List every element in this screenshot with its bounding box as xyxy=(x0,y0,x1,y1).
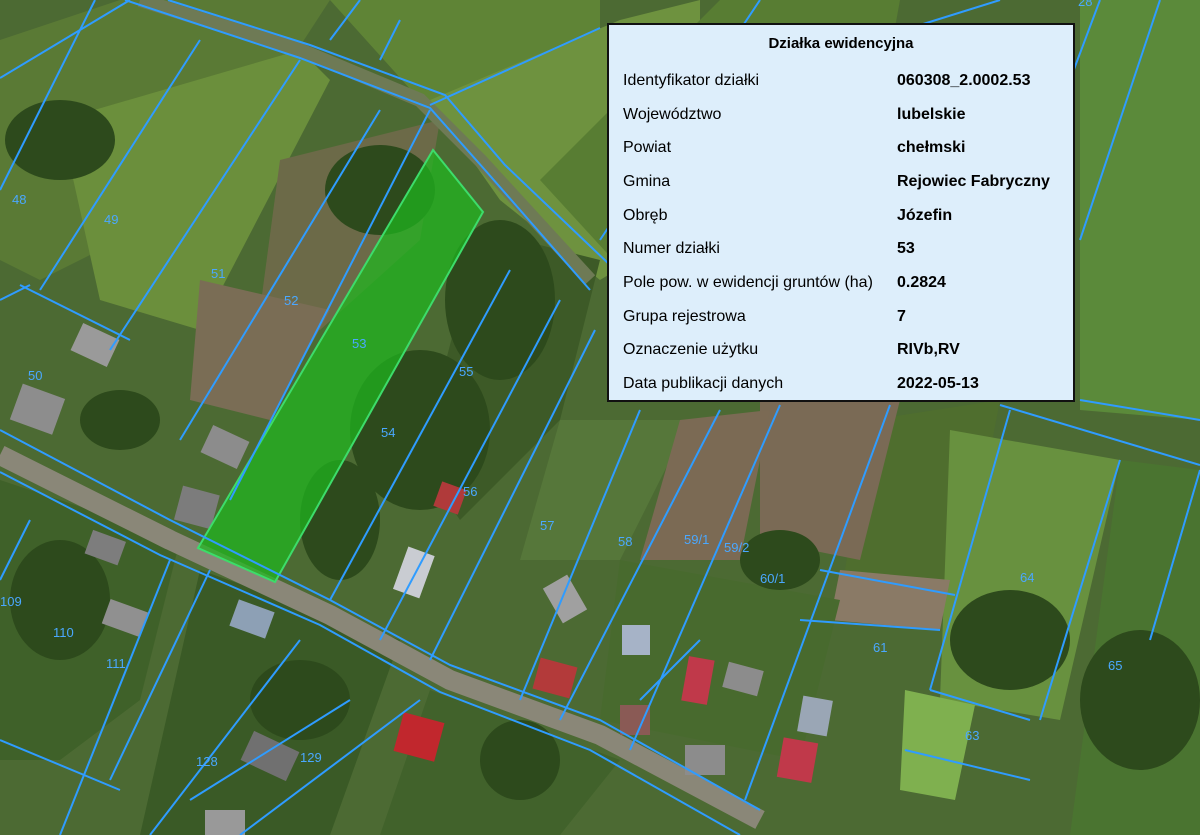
parcel-label-110: 110 xyxy=(53,625,74,640)
info-value: 7 xyxy=(897,307,906,325)
parcel-label-51: 51 xyxy=(211,266,225,281)
parcel-label-28: 28 xyxy=(1078,0,1092,9)
info-row-county: Powiat chełmski xyxy=(617,131,1056,165)
info-row-land-use: Oznaczenie użytku RIVb,RV xyxy=(617,334,1056,368)
parcel-label-128: 128 xyxy=(196,754,218,769)
info-row-register-group: Grupa rejestrowa 7 xyxy=(617,300,1056,334)
info-value: 0.2824 xyxy=(897,273,946,291)
info-label: Identyfikator działki xyxy=(623,71,760,89)
info-row-parcel-number: Numer działki 53 xyxy=(617,232,1056,266)
parcel-label-129: 129 xyxy=(300,750,322,765)
info-value: chełmski xyxy=(897,139,966,157)
parcel-label-50: 50 xyxy=(28,368,42,383)
parcel-label-60-1: 60/1 xyxy=(760,571,785,586)
parcel-label-109: 109 xyxy=(0,594,22,609)
parcel-label-56: 56 xyxy=(463,484,477,499)
parcel-label-61: 61 xyxy=(873,640,887,655)
parcel-label-63: 63 xyxy=(965,728,979,743)
parcel-label-111: 111 xyxy=(106,656,126,671)
info-row-identifier: Identyfikator działki 060308_2.0002.53 xyxy=(617,64,1056,98)
info-row-voivodeship: Województwo lubelskie xyxy=(617,98,1056,132)
parcel-label-53: 53 xyxy=(352,336,366,351)
parcel-label-57: 57 xyxy=(540,518,554,533)
info-label: Gmina xyxy=(623,172,671,190)
parcel-label-64: 64 xyxy=(1020,570,1034,585)
info-value: 2022-05-13 xyxy=(897,375,979,393)
parcel-label-59-1: 59/1 xyxy=(684,532,709,547)
parcel-label-55: 55 xyxy=(459,364,473,379)
info-label: Powiat xyxy=(623,139,672,157)
info-label: Numer działki xyxy=(623,240,720,258)
info-value: lubelskie xyxy=(897,105,966,123)
info-value: RIVb,RV xyxy=(897,341,960,359)
info-value: Józefin xyxy=(897,206,953,224)
parcel-label-49: 49 xyxy=(104,212,118,227)
info-label: Data publikacji danych xyxy=(623,375,784,393)
info-value: 060308_2.0002.53 xyxy=(897,71,1031,89)
info-row-publication-date: Data publikacji danych 2022-05-13 xyxy=(617,367,1056,401)
parcel-info-panel: Działka ewidencyjna Identyfikator działk… xyxy=(607,23,1075,402)
info-row-precinct: Obręb Józefin xyxy=(617,199,1056,233)
parcel-label-52: 52 xyxy=(284,293,298,308)
info-value: 53 xyxy=(897,240,915,258)
info-row-commune: Gmina Rejowiec Fabryczny xyxy=(617,165,1056,199)
info-row-area: Pole pow. w ewidencji gruntów (ha) 0.282… xyxy=(617,266,1056,300)
parcel-label-59-2: 59/2 xyxy=(724,540,749,555)
info-label: Grupa rejestrowa xyxy=(623,307,746,325)
info-value: Rejowiec Fabryczny xyxy=(897,172,1050,190)
parcel-label-54: 54 xyxy=(381,425,395,440)
info-label: Pole pow. w ewidencji gruntów (ha) xyxy=(623,273,873,291)
parcel-attributes-table: Identyfikator działki 060308_2.0002.53 W… xyxy=(617,64,1056,401)
info-label: Oznaczenie użytku xyxy=(623,341,759,359)
info-label: Województwo xyxy=(623,105,722,123)
info-label: Obręb xyxy=(623,206,668,224)
parcel-label-48: 48 xyxy=(12,192,26,207)
info-panel-title: Działka ewidencyjna xyxy=(768,35,914,52)
parcel-label-58: 58 xyxy=(618,534,632,549)
parcel-label-65: 65 xyxy=(1108,658,1122,673)
